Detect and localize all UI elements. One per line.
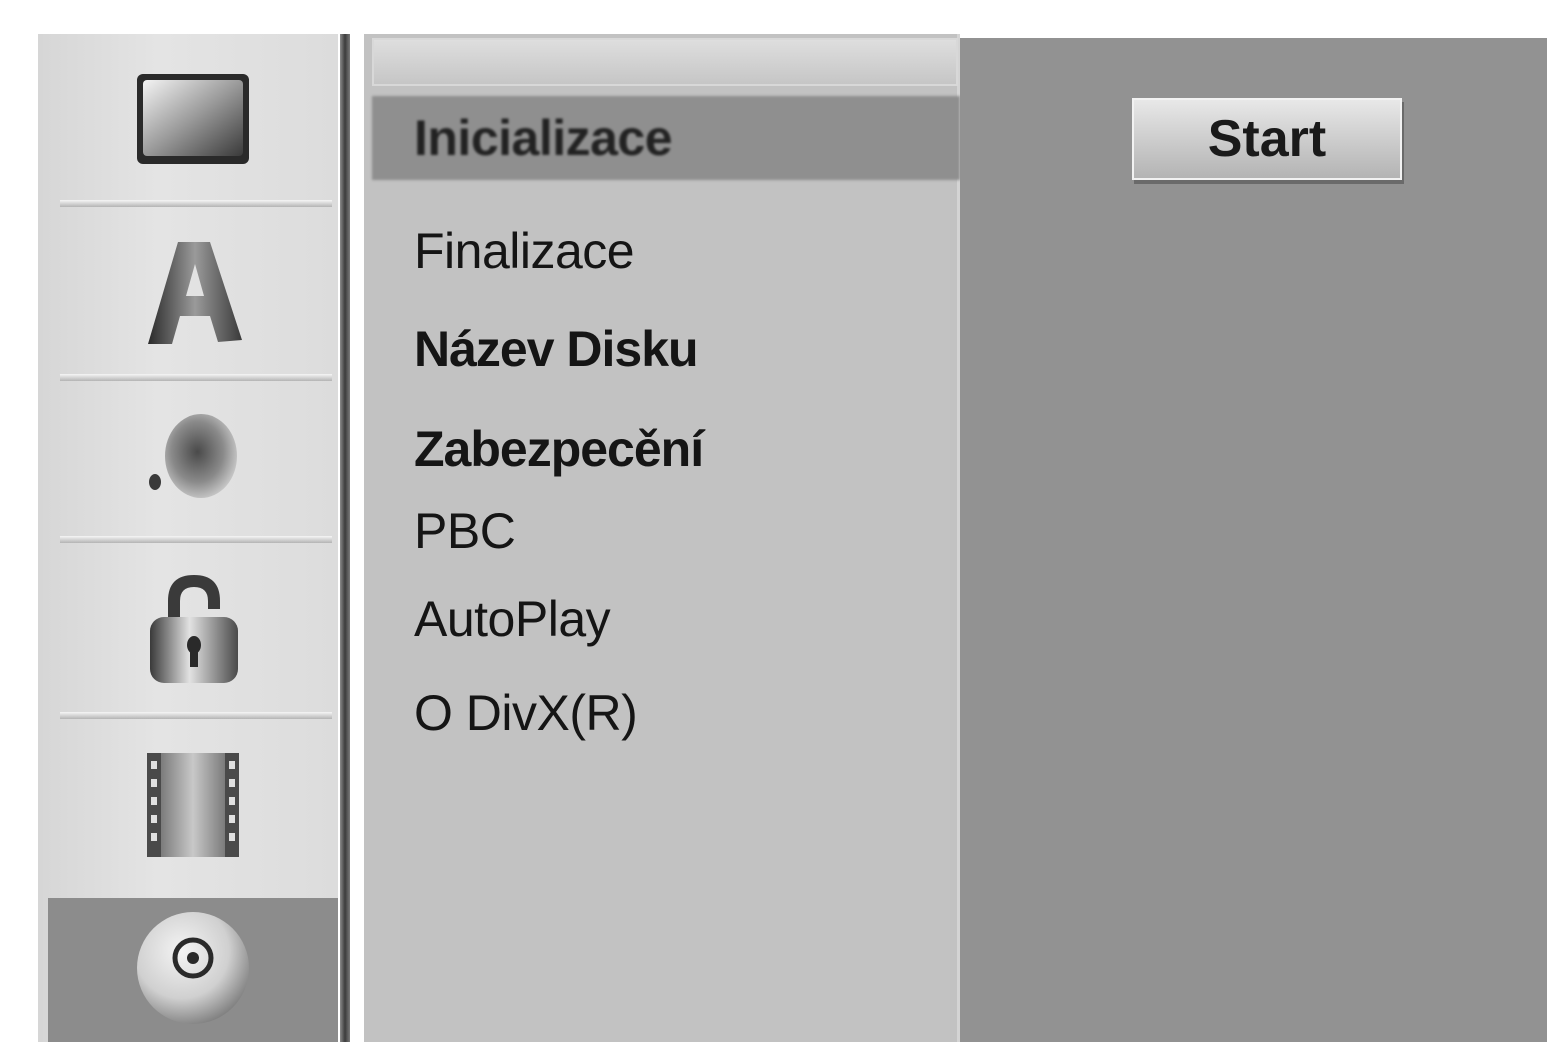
sidebar-divider bbox=[340, 34, 350, 1042]
film-icon bbox=[143, 751, 243, 866]
sidebar-separator bbox=[60, 712, 332, 719]
menu-item-autoplay[interactable]: AutoPlay bbox=[414, 590, 611, 648]
sidebar-item-audio[interactable] bbox=[48, 390, 338, 534]
menu-item-disc-name[interactable]: Název Disku bbox=[414, 320, 699, 378]
option-panel bbox=[960, 38, 1547, 1042]
menu-item-initialize[interactable]: Inicializace bbox=[372, 96, 960, 180]
sidebar-item-display[interactable] bbox=[48, 52, 338, 192]
sidebar-item-disc[interactable] bbox=[48, 898, 338, 1042]
menu-item-pbc[interactable]: PBC bbox=[414, 502, 516, 560]
menu-item-about-divx[interactable]: O DivX(R) bbox=[414, 684, 638, 742]
menu-item-protect[interactable]: Zabezpecění bbox=[414, 420, 704, 478]
start-button[interactable]: Start bbox=[1132, 98, 1402, 180]
language-icon bbox=[138, 232, 248, 357]
disc-icon bbox=[133, 908, 253, 1033]
audio-icon bbox=[133, 410, 253, 515]
sidebar-item-lock[interactable] bbox=[48, 552, 338, 710]
menu-item-finalize[interactable]: Finalizace bbox=[414, 222, 635, 280]
sidebar-item-language[interactable] bbox=[48, 214, 338, 374]
lock-icon bbox=[138, 569, 248, 694]
tv-icon bbox=[133, 70, 253, 175]
sidebar-separator bbox=[60, 374, 332, 381]
sidebar-separator bbox=[60, 536, 332, 543]
sidebar-item-recording[interactable] bbox=[48, 728, 338, 888]
list-header-bar bbox=[372, 38, 958, 86]
sidebar-separator bbox=[60, 200, 332, 207]
